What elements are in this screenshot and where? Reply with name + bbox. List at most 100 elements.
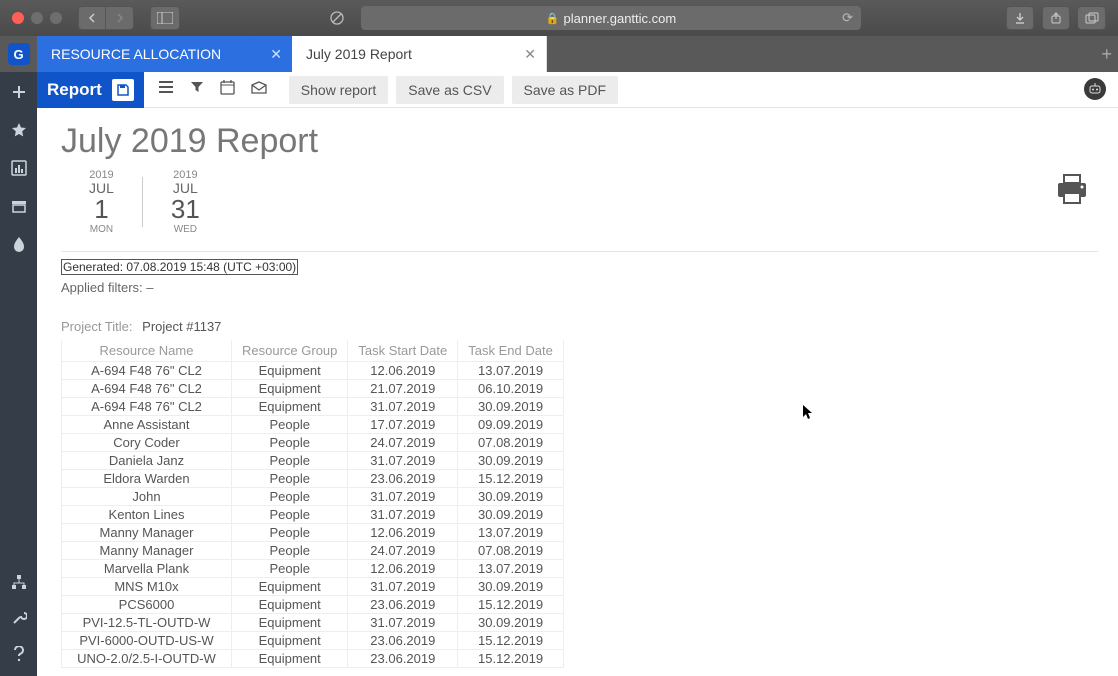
table-row: JohnPeople31.07.201930.09.2019 — [62, 487, 564, 505]
applied-filters: Applied filters: – — [61, 280, 1098, 295]
date-end-month: JUL — [171, 181, 200, 195]
window-maximize-button[interactable] — [50, 12, 62, 24]
title-bar-right — [1006, 6, 1106, 30]
table-cell: 30.09.2019 — [458, 487, 564, 505]
star-icon[interactable] — [9, 120, 29, 140]
table-cell: 21.07.2019 — [348, 379, 458, 397]
table-cell: 15.12.2019 — [458, 469, 564, 487]
table-row: PCS6000Equipment23.06.201915.12.2019 — [62, 595, 564, 613]
table-row: Manny ManagerPeople24.07.201907.08.2019 — [62, 541, 564, 559]
lock-icon: 🔒 — [546, 12, 560, 25]
project-header: Project Title: Project #1137 — [61, 319, 1098, 334]
table-cell: Equipment — [232, 361, 348, 379]
mouse-cursor-icon — [802, 404, 814, 423]
org-icon[interactable] — [9, 572, 29, 592]
table-cell: People — [232, 415, 348, 433]
browser-title-bar: 🔒 planner.ganttic.com ⟳ — [0, 0, 1118, 36]
date-end-weekday: WED — [171, 224, 200, 235]
date-end[interactable]: 2019 JUL 31 WED — [143, 169, 228, 235]
table-row: Eldora WardenPeople23.06.201915.12.2019 — [62, 469, 564, 487]
add-icon[interactable] — [9, 82, 29, 102]
back-button[interactable] — [78, 6, 106, 30]
url-bar[interactable]: 🔒 planner.ganttic.com ⟳ — [361, 6, 861, 30]
content-area: Report Show report Sav — [37, 72, 1118, 676]
reload-icon[interactable]: ⟳ — [842, 10, 853, 26]
archive-icon[interactable] — [9, 196, 29, 216]
window-close-button[interactable] — [12, 12, 24, 24]
table-cell: People — [232, 505, 348, 523]
left-rail — [0, 72, 37, 676]
col-task-end-date: Task End Date — [458, 340, 564, 362]
table-cell: People — [232, 559, 348, 577]
show-report-button[interactable]: Show report — [289, 76, 388, 104]
tab-label: July 2019 Report — [306, 46, 412, 62]
drop-icon[interactable] — [9, 234, 29, 254]
save-as-csv-button[interactable]: Save as CSV — [396, 76, 503, 104]
window-controls — [12, 12, 62, 24]
report-toolbar: Report Show report Sav — [37, 72, 1118, 108]
table-cell: PCS6000 — [62, 595, 232, 613]
table-cell: PVI-6000-OUTD-US-W — [62, 631, 232, 649]
table-cell: 31.07.2019 — [348, 505, 458, 523]
help-icon[interactable] — [9, 644, 29, 664]
table-row: Daniela JanzPeople31.07.201930.09.2019 — [62, 451, 564, 469]
save-as-pdf-button[interactable]: Save as PDF — [512, 76, 618, 104]
report-label: Report — [37, 72, 144, 108]
table-cell: Anne Assistant — [62, 415, 232, 433]
table-cell: 31.07.2019 — [348, 451, 458, 469]
downloads-button[interactable] — [1006, 6, 1034, 30]
table-row: Manny ManagerPeople12.06.201913.07.2019 — [62, 523, 564, 541]
settings-icon[interactable] — [9, 608, 29, 628]
table-cell: People — [232, 433, 348, 451]
table-cell: 31.07.2019 — [348, 397, 458, 415]
tabs-overview-button[interactable] — [1078, 6, 1106, 30]
tab-resource-allocation[interactable]: RESOURCE ALLOCATION ✕ — [37, 36, 292, 72]
table-cell: People — [232, 487, 348, 505]
table-cell: 15.12.2019 — [458, 649, 564, 667]
table-cell: 31.07.2019 — [348, 613, 458, 631]
nav-back-forward — [78, 6, 134, 30]
table-cell: Equipment — [232, 379, 348, 397]
table-cell: Equipment — [232, 595, 348, 613]
table-cell: People — [232, 469, 348, 487]
table-cell: PVI-12.5-TL-OUTD-W — [62, 613, 232, 631]
print-button[interactable] — [1052, 169, 1092, 214]
table-row: A-694 F48 76" CL2Equipment31.07.201930.0… — [62, 397, 564, 415]
filter-icon[interactable] — [190, 80, 204, 99]
table-cell: People — [232, 523, 348, 541]
url-region: 🔒 planner.ganttic.com ⟳ — [188, 6, 998, 30]
new-tab-button[interactable]: + — [1101, 44, 1112, 65]
date-start[interactable]: 2019 JUL 1 MON — [61, 169, 142, 235]
list-icon[interactable] — [158, 80, 174, 99]
forward-button[interactable] — [106, 6, 134, 30]
table-cell: 15.12.2019 — [458, 595, 564, 613]
table-cell: 13.07.2019 — [458, 361, 564, 379]
table-cell: 24.07.2019 — [348, 433, 458, 451]
share-button[interactable] — [1042, 6, 1070, 30]
tab-close-button[interactable]: ✕ — [524, 46, 536, 63]
table-cell: Equipment — [232, 577, 348, 595]
table-cell: Marvella Plank — [62, 559, 232, 577]
mail-icon[interactable] — [251, 81, 267, 99]
app-logo-tile[interactable]: G — [0, 36, 37, 72]
calendar-icon[interactable] — [220, 80, 235, 100]
save-icon[interactable] — [112, 79, 134, 101]
table-cell: 23.06.2019 — [348, 631, 458, 649]
table-cell: Equipment — [232, 649, 348, 667]
table-cell: 12.06.2019 — [348, 559, 458, 577]
tab-close-button[interactable]: ✕ — [270, 46, 282, 63]
tab-july-2019-report[interactable]: July 2019 Report ✕ — [292, 36, 547, 72]
table-cell: 07.08.2019 — [458, 433, 564, 451]
tabs-row: G RESOURCE ALLOCATION ✕ July 2019 Report… — [0, 36, 1118, 72]
table-cell: 23.06.2019 — [348, 595, 458, 613]
col-task-start-date: Task Start Date — [348, 340, 458, 362]
window-minimize-button[interactable] — [31, 12, 43, 24]
table-cell: Equipment — [232, 397, 348, 415]
chart-icon[interactable] — [9, 158, 29, 178]
table-cell: Cory Coder — [62, 433, 232, 451]
stop-button[interactable] — [325, 6, 349, 30]
assistant-icon[interactable] — [1084, 78, 1106, 100]
table-cell: 07.08.2019 — [458, 541, 564, 559]
table-cell: 13.07.2019 — [458, 559, 564, 577]
sidebar-toggle-button[interactable] — [150, 6, 180, 30]
